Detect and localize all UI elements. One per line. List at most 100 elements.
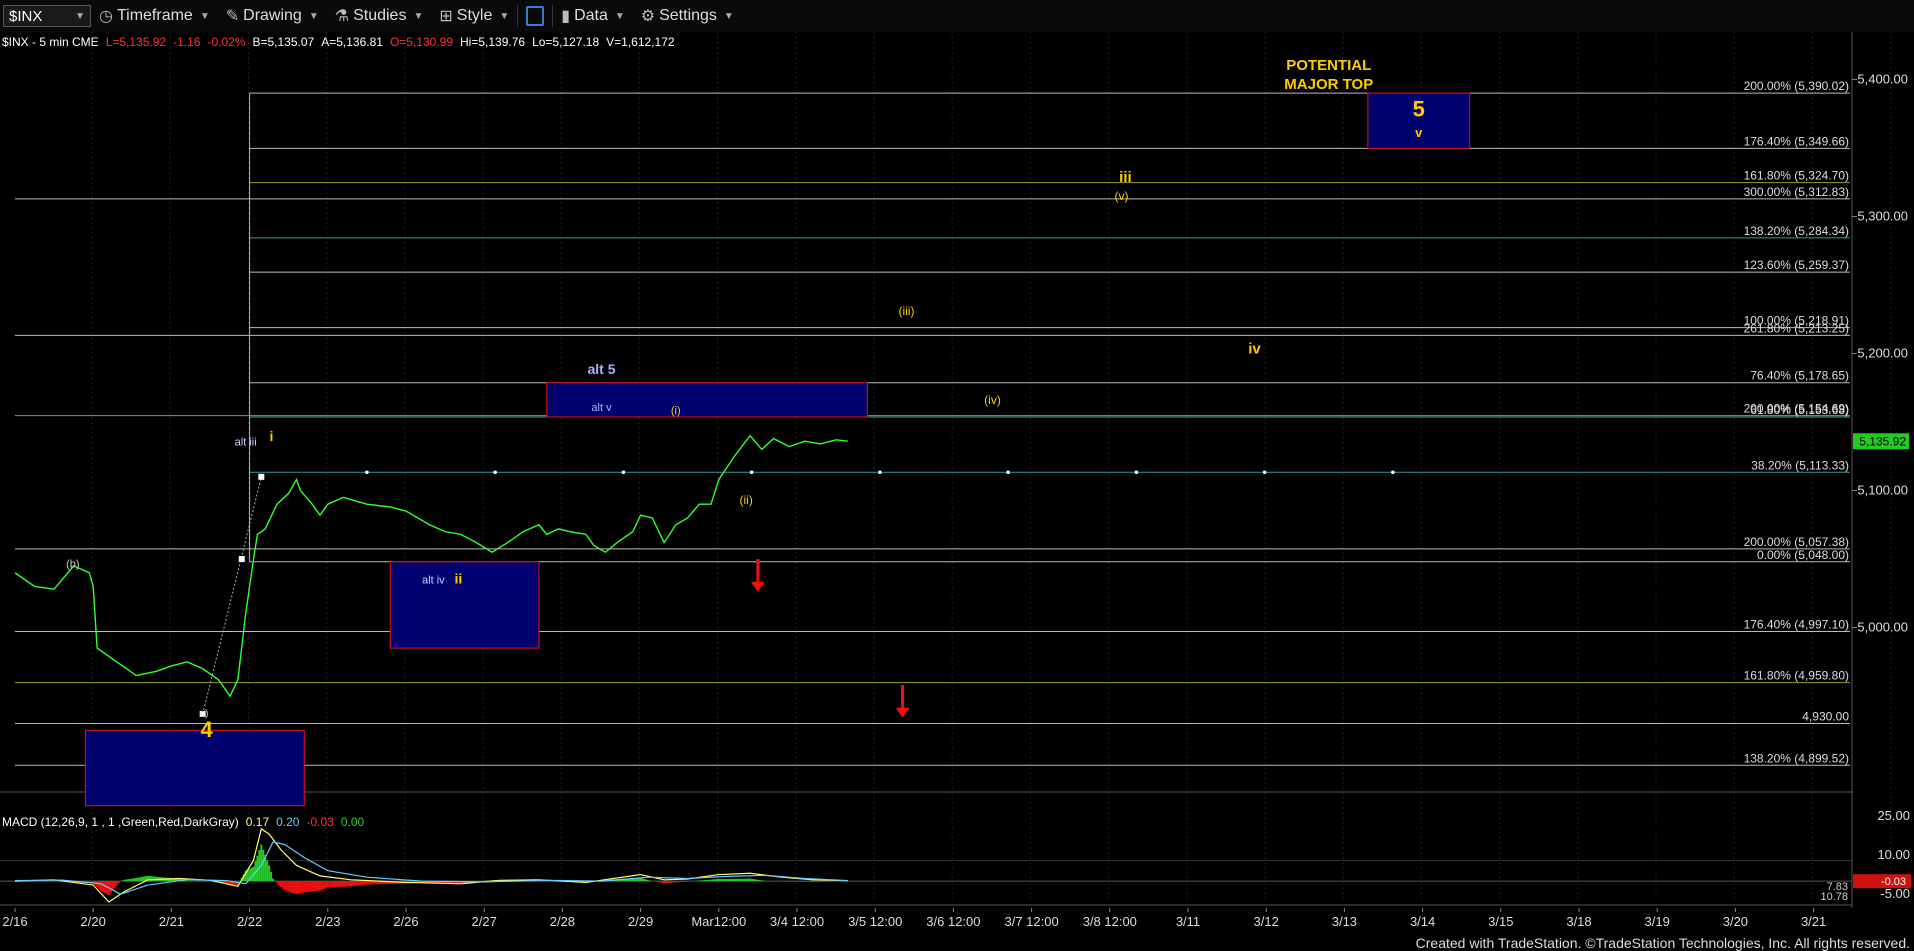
drawing-label: Drawing xyxy=(243,7,302,24)
price-axis-tick-label: 5,400.00 xyxy=(1857,71,1908,86)
projection-dot xyxy=(1006,470,1010,475)
macd-axis-tick-label: -5.00 xyxy=(1880,886,1910,901)
fib-level-label: 300.00% (5,312.83) xyxy=(1744,185,1849,199)
symbol-text: $INX xyxy=(9,7,43,25)
fib-level-label: 38.20% (5,113.33) xyxy=(1751,458,1849,472)
quote-header-item: V=1,612,172 xyxy=(606,35,675,49)
target-box xyxy=(84,729,305,807)
timeframe-label: Timeframe xyxy=(116,7,193,24)
wave-label: alt v xyxy=(591,402,612,414)
fib-level-label: 176.40% (4,997.10) xyxy=(1744,618,1849,632)
macd-value-label: -0.03 xyxy=(1881,876,1906,888)
chevron-down-icon: ▼ xyxy=(308,10,319,22)
wave-label: (v) xyxy=(1115,189,1129,203)
fib-level-label: 261.80% (5,213.25) xyxy=(1744,321,1849,335)
gear-icon: ⚙ xyxy=(640,8,656,25)
wave-label: iii xyxy=(1119,169,1132,186)
time-axis-tick-label: 2/20 xyxy=(81,914,106,929)
wave-label: alt iv xyxy=(422,575,445,587)
quote-header-item: -1.16 xyxy=(173,35,201,49)
time-axis-tick-label: 3/8 12:00 xyxy=(1083,914,1137,929)
layout-icon[interactable] xyxy=(526,6,545,26)
timeframe-button[interactable]: ◷ Timeframe ▼ xyxy=(91,2,218,30)
copyright-note: Created with TradeStation. ©TradeStation… xyxy=(1415,935,1910,951)
projection-dot xyxy=(493,470,497,475)
projection-dot xyxy=(878,470,882,475)
studies-label: Studies xyxy=(353,7,407,24)
price-axis-tick-label: 5,200.00 xyxy=(1857,345,1908,360)
projection-dot xyxy=(621,470,626,475)
macd-axis-tick-label: 25.00 xyxy=(1877,808,1910,823)
time-axis-tick-label: 2/22 xyxy=(237,914,262,929)
time-axis-tick-label: 3/6 12:00 xyxy=(926,914,980,929)
wave-marker xyxy=(258,473,265,480)
fib-level-label: 138.20% (5,284.34) xyxy=(1744,224,1849,238)
quote-header-item: Lo=5,127.18 xyxy=(532,35,599,49)
chevron-down-icon: ▼ xyxy=(413,10,424,22)
time-axis-tick-label: 3/21 xyxy=(1801,914,1826,929)
fib-level-label: 123.60% (5,259.37) xyxy=(1744,258,1849,272)
wave-label: (iv) xyxy=(984,393,1001,407)
drawing-button[interactable]: ✎ Drawing ▼ xyxy=(218,2,327,30)
quote-header-item: B=5,135.07 xyxy=(252,35,314,49)
studies-button[interactable]: ⚗ Studies ▼ xyxy=(327,2,432,30)
price-chart[interactable]: 200.00% (5,390.02) 176.40% (5,349.66) 161.… xyxy=(0,32,1914,951)
wave-label: v xyxy=(1415,125,1423,140)
time-axis-tick-label: 3/11 xyxy=(1176,914,1200,929)
projection-dot xyxy=(1262,470,1267,475)
wave-label: MAJOR TOP xyxy=(1284,76,1373,93)
fib-level-label: 76.40% (5,178.65) xyxy=(1750,369,1849,383)
projection-dot xyxy=(365,470,369,475)
quote-header-item: -0.02% xyxy=(207,35,245,49)
price-panel xyxy=(0,32,1852,792)
chevron-down-icon: ▼ xyxy=(499,10,510,22)
time-axis-tick-label: 2/28 xyxy=(550,914,575,929)
fib-level-label: 176.40% (5,349.66) xyxy=(1744,134,1849,148)
pencil-icon: ✎ xyxy=(225,8,240,25)
time-axis-tick-label: Mar12:00 xyxy=(691,914,746,929)
flask-icon: ⚗ xyxy=(334,8,350,25)
data-button[interactable]: ▮ Data ▼ xyxy=(553,2,633,30)
fib-level-label: 161.80% (5,324.70) xyxy=(1744,169,1849,183)
time-axis-tick-label: 3/12 xyxy=(1254,914,1279,929)
time-axis-tick-label: 3/13 xyxy=(1332,914,1357,929)
quote-header-item: L=5,135.92 xyxy=(106,35,167,49)
time-axis-tick-label: 3/14 xyxy=(1410,914,1435,929)
time-axis-tick-label: 3/5 12:00 xyxy=(848,914,902,929)
settings-button[interactable]: ⚙ Settings ▼ xyxy=(633,2,742,30)
clock-icon: ◷ xyxy=(99,8,113,25)
data-label: Data xyxy=(574,7,608,24)
time-axis-tick-label: 3/18 xyxy=(1566,914,1591,929)
macd-header-item: 0.20 xyxy=(276,815,300,829)
chevron-down-icon: ▼ xyxy=(199,10,210,22)
projection-dot xyxy=(1391,470,1395,475)
toolbar: $INX ▼ ◷ Timeframe ▼ ✎ Drawing ▼ ⚗ Studi… xyxy=(0,0,1914,32)
time-axis-tick-label: 2/26 xyxy=(393,914,418,929)
time-axis-tick-label: 3/20 xyxy=(1723,914,1748,929)
chevron-down-icon: ▼ xyxy=(75,10,85,22)
time-axis-tick-label: 2/27 xyxy=(472,914,497,929)
bar-chart-icon: ▮ xyxy=(561,8,571,25)
wave-label: (ii) xyxy=(740,493,753,507)
time-axis-tick-label: 2/23 xyxy=(315,914,340,929)
style-button[interactable]: ⊞ Style ▼ xyxy=(431,2,517,30)
macd-header-item: 0.00 xyxy=(341,815,365,829)
quote-header-item: Hi=5,139.76 xyxy=(460,35,525,49)
time-axis-tick-label: 3/15 xyxy=(1488,914,1513,929)
wave-label: i xyxy=(270,428,274,444)
style-icon: ⊞ xyxy=(439,8,453,25)
time-axis-tick-label: 3/19 xyxy=(1645,914,1670,929)
projection-dot xyxy=(1134,470,1139,475)
fib-level-label: 0.00% (5,048.00) xyxy=(1757,548,1849,562)
macd-header-item: 0.17 xyxy=(246,815,270,829)
symbol-selector[interactable]: $INX ▼ xyxy=(3,5,91,27)
fib-level-label: 61.80% (5,153.68) xyxy=(1750,403,1849,417)
quote-header-item: O=5,130.99 xyxy=(390,35,453,49)
fib-level-label: 4,930.00 xyxy=(1802,709,1849,723)
macd-header-item: MACD (12,26,9, 1 , 1 ,Green,Red,DarkGray… xyxy=(2,815,239,829)
price-axis-tick-label: 5,000.00 xyxy=(1857,620,1908,635)
wave-label: alt 5 xyxy=(587,361,615,377)
style-label: Style xyxy=(456,7,493,24)
price-axis-tick-label: 5,100.00 xyxy=(1857,483,1908,498)
time-axis-tick-label: 3/4 12:00 xyxy=(770,914,824,929)
